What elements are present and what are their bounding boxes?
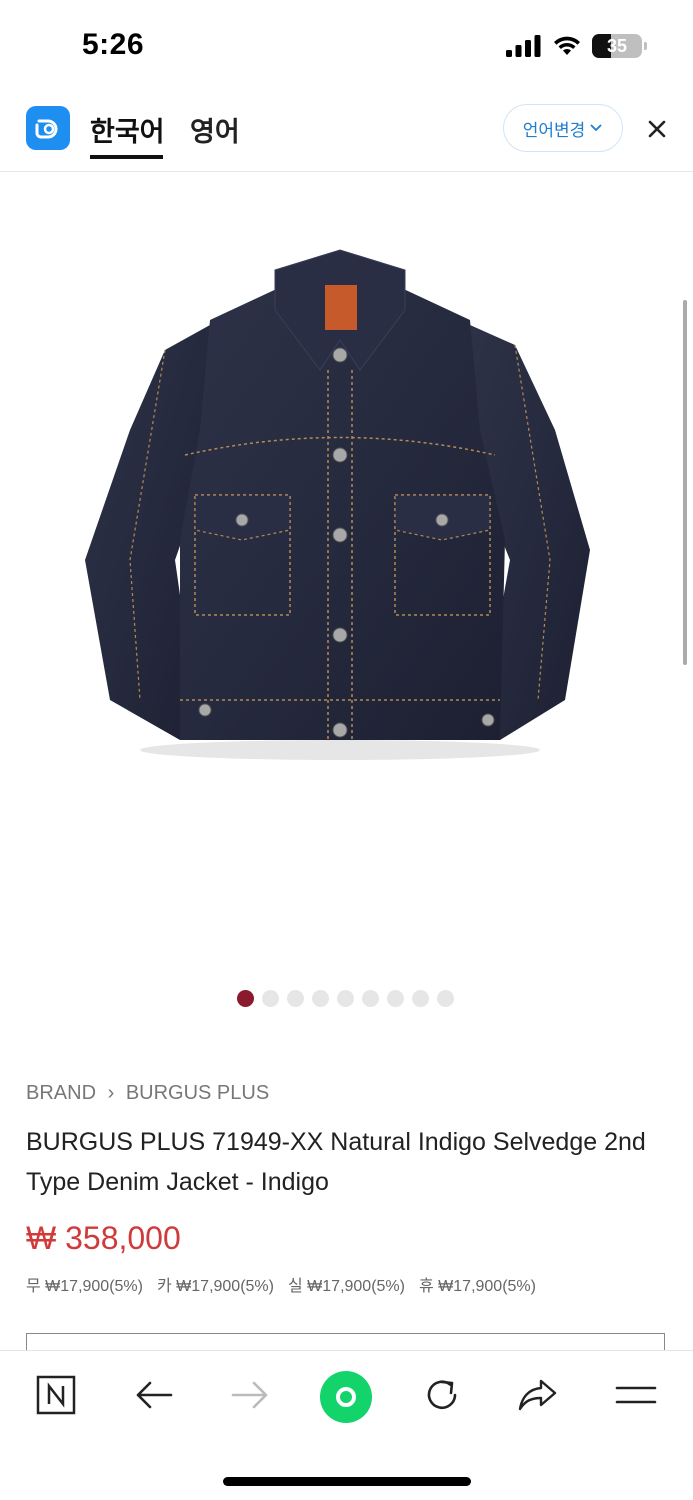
breadcrumb: BRAND › BURGUS PLUS	[26, 1082, 269, 1105]
discount-item: 무 ₩17,900(5%)	[26, 1278, 143, 1295]
carousel-dot[interactable]	[237, 990, 254, 1007]
back-button[interactable]	[130, 1371, 178, 1419]
image-carousel-pager	[237, 990, 454, 1007]
reload-icon	[427, 1380, 457, 1410]
status-icons: 35	[506, 34, 647, 58]
chevron-down-icon	[590, 124, 602, 132]
wifi-icon	[554, 36, 580, 55]
active-tab-underline	[90, 155, 163, 159]
carousel-dot[interactable]	[312, 990, 329, 1007]
close-button[interactable]	[644, 116, 670, 142]
forward-button[interactable]	[226, 1371, 274, 1419]
carousel-dot[interactable]	[287, 990, 304, 1007]
browser-toolbar	[0, 1350, 693, 1500]
discount-item: 실 ₩17,900(5%)	[288, 1278, 405, 1295]
reload-button[interactable]	[418, 1371, 466, 1419]
forward-arrow-icon	[231, 1381, 268, 1409]
menu-icon	[615, 1386, 657, 1404]
back-arrow-icon	[136, 1381, 173, 1409]
carousel-dot[interactable]	[362, 990, 379, 1007]
home-indicator[interactable]	[223, 1477, 471, 1486]
product-image[interactable]	[60, 230, 620, 770]
carousel-dot[interactable]	[387, 990, 404, 1007]
battery-icon: 35	[592, 34, 642, 58]
chevron-right-icon: ›	[107, 1082, 115, 1104]
share-button[interactable]	[514, 1371, 562, 1419]
breadcrumb-root[interactable]: BRAND	[26, 1082, 96, 1104]
tab-target-language[interactable]: 영어	[190, 110, 240, 149]
scrollbar[interactable]	[683, 300, 687, 665]
product-title: BURGUS PLUS 71949-XX Natural Indigo Selv…	[26, 1128, 646, 1196]
green-home-button[interactable]	[320, 1371, 372, 1423]
discount-item: 카 ₩17,900(5%)	[157, 1278, 274, 1295]
product-price: ₩ 358,000	[26, 1220, 181, 1256]
battery-level: 35	[606, 35, 628, 56]
carousel-dot[interactable]	[437, 990, 454, 1007]
home-green-icon	[336, 1387, 356, 1407]
carousel-dot[interactable]	[337, 990, 354, 1007]
carousel-dot[interactable]	[262, 990, 279, 1007]
change-language-label: 언어변경	[522, 120, 586, 141]
tab-source-language[interactable]: 한국어	[90, 110, 165, 149]
discount-list: 무 ₩17,900(5%) 카 ₩17,900(5%) 실 ₩17,900(5%…	[26, 1272, 536, 1296]
status-time: 5:26	[82, 28, 145, 61]
naver-home-button[interactable]	[32, 1371, 80, 1419]
breadcrumb-brand[interactable]: BURGUS PLUS	[126, 1082, 269, 1104]
menu-button[interactable]	[612, 1371, 660, 1419]
translator-logo-icon[interactable]	[26, 106, 70, 150]
discount-item: 휴 ₩17,900(5%)	[419, 1278, 536, 1295]
translate-bar: 한국어 영어 언어변경	[0, 96, 693, 172]
carousel-dot[interactable]	[412, 990, 429, 1007]
close-icon	[648, 120, 666, 138]
share-icon	[518, 1379, 557, 1411]
change-language-button[interactable]: 언어변경	[503, 104, 623, 152]
naver-n-icon	[36, 1375, 76, 1415]
status-bar: 5:26 35	[0, 0, 693, 90]
cellular-signal-icon	[506, 35, 541, 57]
